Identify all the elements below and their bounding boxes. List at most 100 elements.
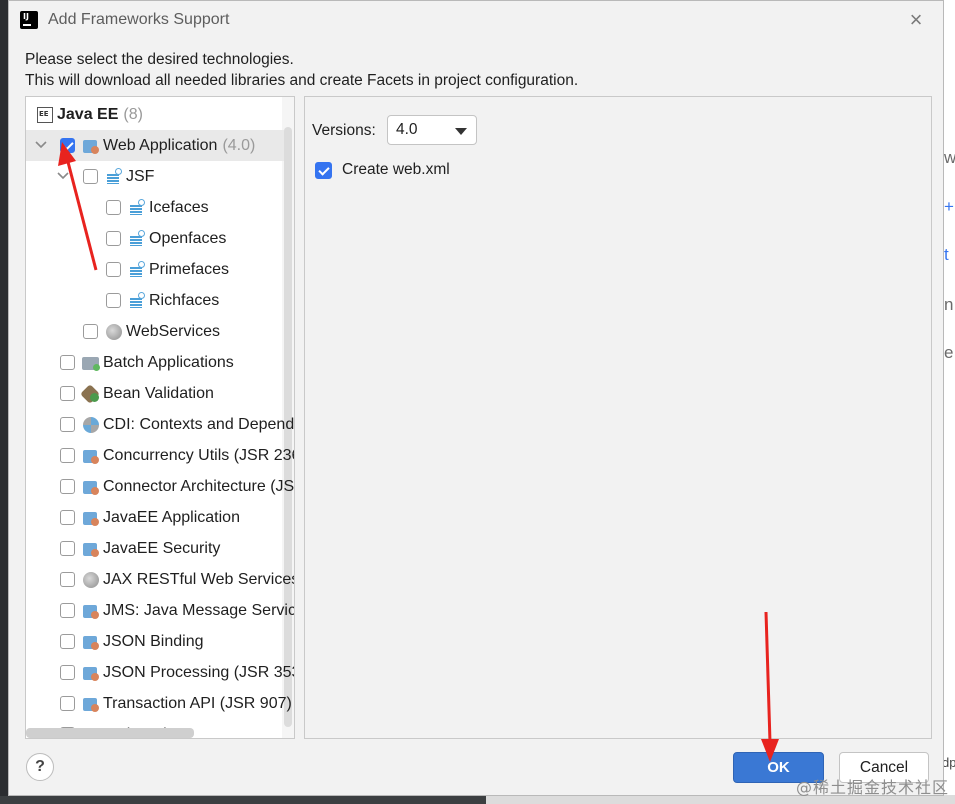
tree-item-web-application[interactable]: Web Application (4.0) — [26, 130, 284, 161]
cube-icon — [82, 478, 100, 496]
web-application-label: Web Application — [103, 136, 218, 154]
web-application-version: (4.0) — [222, 136, 256, 154]
tree-item-checkbox[interactable] — [60, 665, 75, 680]
dropdown-caret-icon — [455, 128, 467, 135]
watermark: @稀土掘金技术社区 — [795, 778, 949, 797]
tree-item[interactable]: JSON Processing (JSR 353) — [26, 657, 294, 688]
jsf-checkbox[interactable] — [83, 169, 98, 184]
tree-item-checkbox[interactable] — [60, 355, 75, 370]
library-icon — [128, 198, 146, 217]
tree-item[interactable]: JavaEE Security — [26, 533, 220, 564]
web-application-checkbox[interactable] — [60, 138, 75, 153]
cube-icon — [82, 633, 100, 651]
tree-item[interactable]: Transaction API (JSR 907) — [26, 688, 292, 719]
tree-item-checkbox[interactable] — [60, 448, 75, 463]
java-ee-icon — [36, 106, 54, 124]
cube-icon — [82, 664, 100, 682]
help-button[interactable]: ? — [26, 753, 54, 781]
richfaces-label: Richfaces — [149, 291, 220, 309]
library-icon — [128, 291, 146, 310]
tree-item[interactable]: Concurrency Utils (JSR 236) — [26, 440, 295, 471]
create-web-xml-option[interactable]: Create web.xml — [315, 161, 450, 179]
dialog-title: Add Frameworks Support — [48, 11, 230, 28]
tree-item-checkbox[interactable] — [60, 696, 75, 711]
tree-item-primefaces[interactable]: Primefaces — [26, 254, 229, 285]
tree-item-label: JavaEE Application — [103, 508, 240, 526]
dialog-titlebar: IJ Add Frameworks Support × — [9, 1, 943, 41]
webservices-label: WebServices — [126, 322, 220, 340]
icefaces-label: Icefaces — [149, 198, 209, 216]
close-icon: × — [909, 7, 923, 32]
tree-item-label: Concurrency Utils (JSR 236) — [103, 446, 295, 464]
tree-item-label: Transaction API (JSR 907) — [103, 694, 292, 712]
tree-group-java-ee: Java EE (8) — [36, 99, 143, 130]
openfaces-checkbox[interactable] — [106, 231, 121, 246]
library-icon — [128, 229, 146, 248]
tree-item-jsf[interactable]: JSF — [26, 161, 154, 192]
tree-item-checkbox[interactable] — [60, 572, 75, 587]
background-taskbar — [0, 796, 486, 804]
tree-item[interactable]: JAX RESTful Web Services — [26, 564, 295, 595]
openfaces-label: Openfaces — [149, 229, 227, 247]
richfaces-checkbox[interactable] — [106, 293, 121, 308]
intellij-logo-icon: IJ — [20, 11, 38, 29]
tree-item[interactable]: Connector Architecture (JSR 322) — [26, 471, 295, 502]
tree-item-label: JSON Binding — [103, 632, 204, 650]
jsf-label: JSF — [126, 167, 155, 185]
add-frameworks-dialog: IJ Add Frameworks Support × Please selec… — [8, 0, 944, 796]
ok-button-label: OK — [767, 759, 790, 776]
tree-item-checkbox[interactable] — [60, 541, 75, 556]
tree-item-checkbox[interactable] — [60, 386, 75, 401]
tree-item[interactable]: JMS: Java Message Service — [26, 595, 294, 626]
primefaces-checkbox[interactable] — [106, 262, 121, 277]
tree-item-label: JavaEE Security — [103, 539, 221, 557]
versions-label: Versions: — [312, 122, 376, 139]
versions-dropdown[interactable]: 4.0 — [387, 115, 477, 145]
cdi-icon — [82, 416, 100, 434]
tree-item-label: JAX RESTful Web Services — [103, 570, 295, 588]
create-web-xml-label: Create web.xml — [342, 161, 450, 178]
cube-icon — [82, 695, 100, 713]
tree-horizontal-scrollbar[interactable] — [26, 728, 194, 738]
create-web-xml-checkbox[interactable] — [315, 161, 332, 179]
library-icon — [105, 167, 123, 186]
tree-item-webservices[interactable]: WebServices — [26, 316, 220, 347]
globe-icon — [105, 323, 123, 341]
tree-item[interactable]: Batch Applications — [26, 347, 234, 378]
tree-item-label: Bean Validation — [103, 384, 214, 402]
tree-item-label: Batch Applications — [103, 353, 234, 371]
tree-item-checkbox[interactable] — [60, 634, 75, 649]
icefaces-checkbox[interactable] — [106, 200, 121, 215]
chevron-down-icon[interactable] — [34, 138, 48, 152]
chevron-down-icon[interactable] — [56, 169, 70, 183]
dialog-description: Please select the desired technologies. … — [25, 49, 578, 91]
tree-item-checkbox[interactable] — [60, 603, 75, 618]
tree-item-checkbox[interactable] — [60, 510, 75, 525]
tree-item-icefaces[interactable]: Icefaces — [26, 192, 209, 223]
technologies-tree[interactable]: Java EE (8) Web Application (4.0) JSF Ic… — [25, 96, 295, 739]
tree-item[interactable]: Bean Validation — [26, 378, 214, 409]
description-line-1: Please select the desired technologies. — [25, 51, 294, 68]
webservices-checkbox[interactable] — [83, 324, 98, 339]
tree-item[interactable]: CDI: Contexts and Dependency Injection — [26, 409, 295, 440]
tree-item-openfaces[interactable]: Openfaces — [26, 223, 226, 254]
tree-item-label: CDI: Contexts and Dependency Injection — [103, 415, 295, 433]
tree-item[interactable]: JSON Binding — [26, 626, 204, 657]
close-button[interactable]: × — [906, 7, 926, 32]
description-line-2: This will download all needed libraries … — [25, 72, 579, 89]
tree-item-richfaces[interactable]: Richfaces — [26, 285, 219, 316]
tree-item-checkbox[interactable] — [60, 417, 75, 432]
tree-item[interactable]: JavaEE Application — [26, 502, 240, 533]
bean-icon — [82, 385, 100, 403]
group-count: (8) — [123, 105, 143, 123]
cube-icon — [82, 509, 100, 527]
tree-item-label: Connector Architecture (JSR 322) — [103, 477, 295, 495]
group-label: Java EE — [57, 105, 119, 123]
web-application-icon — [82, 137, 100, 155]
versions-value: 4.0 — [396, 121, 418, 138]
help-icon: ? — [35, 758, 45, 775]
tree-item-checkbox[interactable] — [60, 479, 75, 494]
cube-icon — [82, 447, 100, 465]
folder-icon — [82, 354, 100, 372]
options-panel: Versions: 4.0 Create web.xml — [304, 96, 932, 739]
